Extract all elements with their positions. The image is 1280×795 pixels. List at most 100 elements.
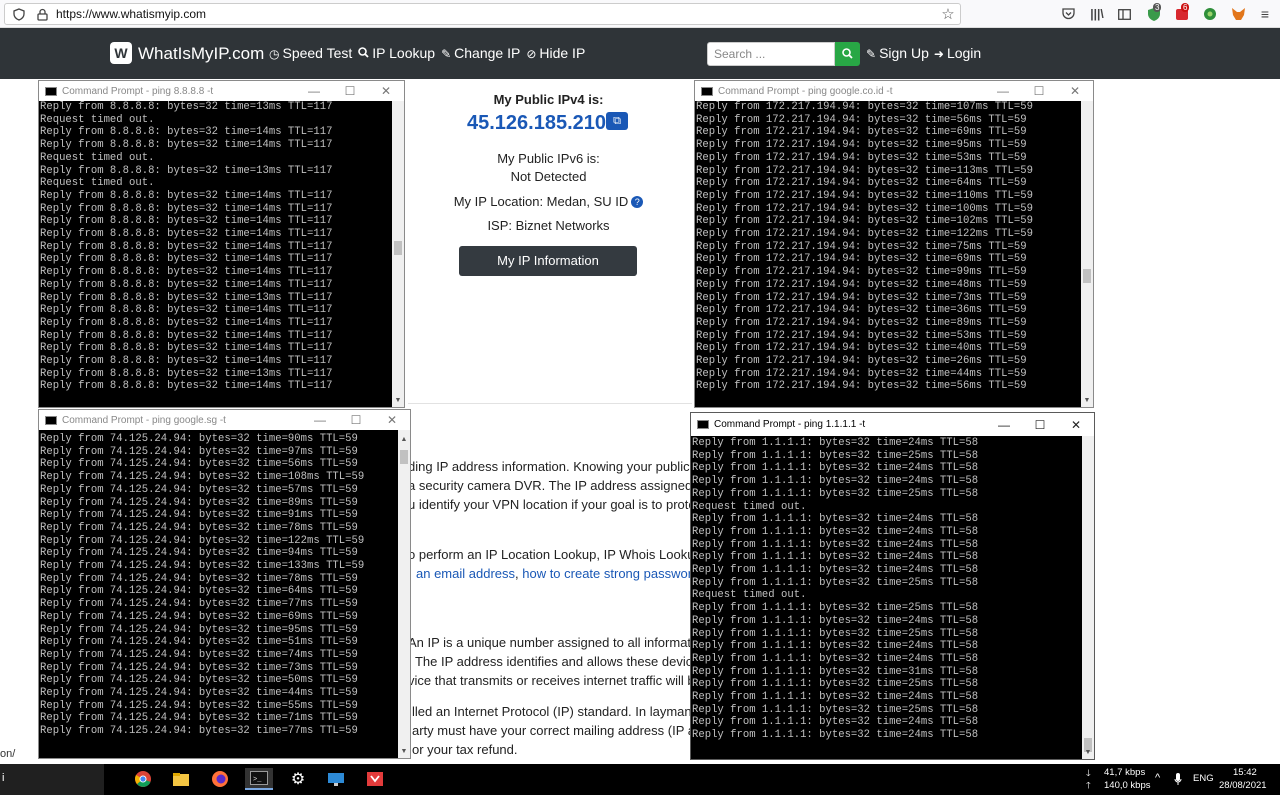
console-line: Reply from 172.217.194.94: bytes=32 time… — [696, 202, 1033, 215]
chrome-icon[interactable] — [130, 768, 156, 790]
close-button[interactable]: ✕ — [1057, 84, 1093, 98]
close-button[interactable]: ✕ — [374, 413, 410, 427]
nav-change-ip[interactable]: Change IP — [454, 28, 520, 79]
console-line: Reply from 1.1.1.1: bytes=32 time=25ms T… — [692, 703, 979, 716]
minimize-button[interactable]: — — [296, 84, 332, 98]
signup-link[interactable]: Sign Up — [879, 28, 929, 79]
article-line: o perform an IP Location Lookup, IP Whoi… — [408, 547, 692, 562]
console-line: Reply from 172.217.194.94: bytes=32 time… — [696, 189, 1033, 202]
nav-ip-lookup[interactable]: IP Lookup — [372, 28, 435, 79]
email-address-link[interactable]: an email address — [416, 566, 515, 581]
url-text[interactable]: https://www.whatismyip.com — [56, 3, 206, 25]
scroll-up-arrow[interactable]: ▲ — [398, 434, 410, 446]
cmd-window-ping-google-co-id[interactable]: Command Prompt - ping google.co.id -t — … — [694, 80, 1094, 408]
window-titlebar[interactable]: Command Prompt - ping google.sg -t — ☐ ✕ — [39, 410, 410, 430]
console-line: Reply from 172.217.194.94: bytes=32 time… — [696, 355, 1027, 368]
taskbar-left-fragment: i — [2, 772, 5, 784]
minimize-button[interactable]: — — [302, 413, 338, 427]
maximize-button[interactable]: ☐ — [332, 84, 368, 98]
language-indicator[interactable]: ENG — [1193, 773, 1214, 784]
red-app-icon[interactable] — [362, 768, 388, 790]
article-paragraph-3: An IP is a unique number assigned to all… — [408, 633, 692, 690]
scrollbar-thumb[interactable] — [394, 241, 402, 255]
scrollbar-thumb[interactable] — [1083, 269, 1091, 283]
maximize-button[interactable]: ☐ — [1021, 84, 1057, 98]
nav-speed-test[interactable]: Speed Test — [282, 28, 352, 79]
window-titlebar[interactable]: Command Prompt - ping 8.8.8.8 -t — ☐ ✕ — [39, 81, 404, 101]
console-line: Reply from 74.125.24.94: bytes=32 time=9… — [40, 547, 358, 560]
article-paragraph-1: ding IP address information. Knowing you… — [408, 457, 692, 514]
scroll-down-arrow[interactable]: ▼ — [1081, 395, 1093, 407]
command-prompt-taskbar-icon[interactable]: >_ — [245, 768, 273, 790]
nav-hide-ip[interactable]: Hide IP — [539, 28, 585, 79]
close-button[interactable]: ✕ — [1058, 418, 1094, 432]
console-output[interactable]: Reply from 74.125.24.94: bytes=32 time=9… — [39, 433, 398, 758]
remote-desktop-icon[interactable] — [323, 768, 349, 790]
window-titlebar[interactable]: Command Prompt - ping 1.1.1.1 -t — ☐ ✕ — [691, 413, 1094, 436]
scrollbar[interactable]: ▲ ▼ — [398, 430, 410, 758]
cmd-window-ping-1111[interactable]: Command Prompt - ping 1.1.1.1 -t — ☐ ✕ R… — [690, 412, 1095, 760]
library-icon[interactable]: |||\ — [1089, 6, 1105, 22]
close-button[interactable]: ✕ — [368, 84, 404, 98]
maximize-button[interactable]: ☐ — [1022, 418, 1058, 432]
console-line: Reply from 8.8.8.8: bytes=32 time=13ms T… — [40, 291, 333, 304]
sidebar-icon[interactable] — [1116, 6, 1132, 22]
file-explorer-icon[interactable] — [168, 768, 194, 790]
window-title: Command Prompt - ping google.co.id -t — [718, 85, 893, 97]
lock-icon[interactable] — [35, 7, 49, 21]
site-logo-text[interactable]: WhatIsMyIP.com — [138, 28, 264, 79]
ipv4-address: 45.126.185.210 — [467, 112, 607, 134]
logo-icon[interactable]: W — [110, 42, 132, 64]
menu-icon[interactable]: ≡ — [1257, 6, 1273, 22]
auth-links: ✎ Sign Up ➜ Login — [866, 28, 981, 79]
window-titlebar[interactable]: Command Prompt - ping google.co.id -t — … — [695, 81, 1093, 101]
metamask-fox-icon[interactable] — [1229, 5, 1247, 23]
taskbar-search-area[interactable] — [0, 764, 104, 795]
console-line: Reply from 8.8.8.8: bytes=32 time=14ms T… — [40, 202, 333, 215]
cmd-window-ping-google-sg[interactable]: Command Prompt - ping google.sg -t — ☐ ✕… — [38, 409, 411, 759]
scrollbar-thumb[interactable] — [400, 450, 408, 464]
console-line: Request timed out. — [692, 500, 807, 513]
clock-time[interactable]: 15:42 — [1233, 767, 1257, 778]
console-line: Reply from 74.125.24.94: bytes=32 time=5… — [40, 636, 358, 649]
scrollbar[interactable]: ▼ — [1081, 101, 1093, 407]
ip-information-button[interactable]: My IP Information — [459, 246, 637, 276]
ipv6-label: My Public IPv6 is: — [497, 151, 600, 166]
site-search-input[interactable]: Search ... — [707, 42, 835, 66]
console-line: Reply from 74.125.24.94: bytes=32 time=7… — [40, 725, 358, 738]
console-line: Reply from 8.8.8.8: bytes=32 time=13ms T… — [40, 101, 333, 113]
console-line: Reply from 1.1.1.1: bytes=32 time=25ms T… — [692, 487, 979, 500]
pocket-icon[interactable] — [1060, 6, 1076, 22]
shield-icon[interactable] — [12, 7, 26, 21]
scroll-down-arrow[interactable]: ▼ — [398, 746, 410, 758]
console-output[interactable]: Reply from 1.1.1.1: bytes=32 time=24ms T… — [691, 437, 1082, 759]
microphone-icon[interactable] — [1170, 770, 1186, 788]
console-line: Reply from 172.217.194.94: bytes=32 time… — [696, 266, 1027, 279]
ipv4-label: My Public IPv4 is: — [493, 92, 604, 107]
bookmark-star-icon[interactable]: ☆ — [940, 6, 956, 23]
scroll-down-arrow[interactable]: ▼ — [392, 395, 404, 407]
console-line: Reply from 1.1.1.1: bytes=32 time=24ms T… — [692, 729, 979, 742]
login-link[interactable]: Login — [947, 28, 981, 79]
minimize-button[interactable]: — — [986, 418, 1022, 432]
console-line: Reply from 1.1.1.1: bytes=32 time=24ms T… — [692, 551, 979, 564]
scrollbar[interactable]: ▼ — [392, 101, 404, 407]
console-output[interactable]: Reply from 8.8.8.8: bytes=32 time=13ms T… — [39, 101, 392, 407]
scrollbar[interactable]: ▼ — [1082, 436, 1094, 759]
strong-passwords-link[interactable]: how to create strong passwords — [522, 566, 692, 581]
firefox-icon[interactable] — [207, 768, 233, 790]
console-line: Reply from 172.217.194.94: bytes=32 time… — [696, 329, 1027, 342]
console-line: Reply from 8.8.8.8: bytes=32 time=14ms T… — [40, 240, 333, 253]
help-icon[interactable]: ? — [631, 196, 644, 208]
extension-green-icon[interactable] — [1201, 5, 1219, 23]
cmd-window-ping-8888[interactable]: Command Prompt - ping 8.8.8.8 -t — ☐ ✕ R… — [38, 80, 405, 408]
scroll-down-arrow[interactable]: ▼ — [1082, 747, 1094, 759]
tray-chevron-icon[interactable]: ^ — [1155, 772, 1160, 784]
clock-date[interactable]: 28/08/2021 — [1219, 780, 1267, 791]
minimize-button[interactable]: — — [985, 84, 1021, 98]
search-submit-button[interactable] — [835, 42, 860, 66]
copy-icon[interactable]: ⧉ — [606, 112, 628, 130]
settings-gear-icon[interactable]: ⚙ — [285, 768, 311, 790]
console-output[interactable]: Reply from 172.217.194.94: bytes=32 time… — [695, 101, 1081, 407]
maximize-button[interactable]: ☐ — [338, 413, 374, 427]
